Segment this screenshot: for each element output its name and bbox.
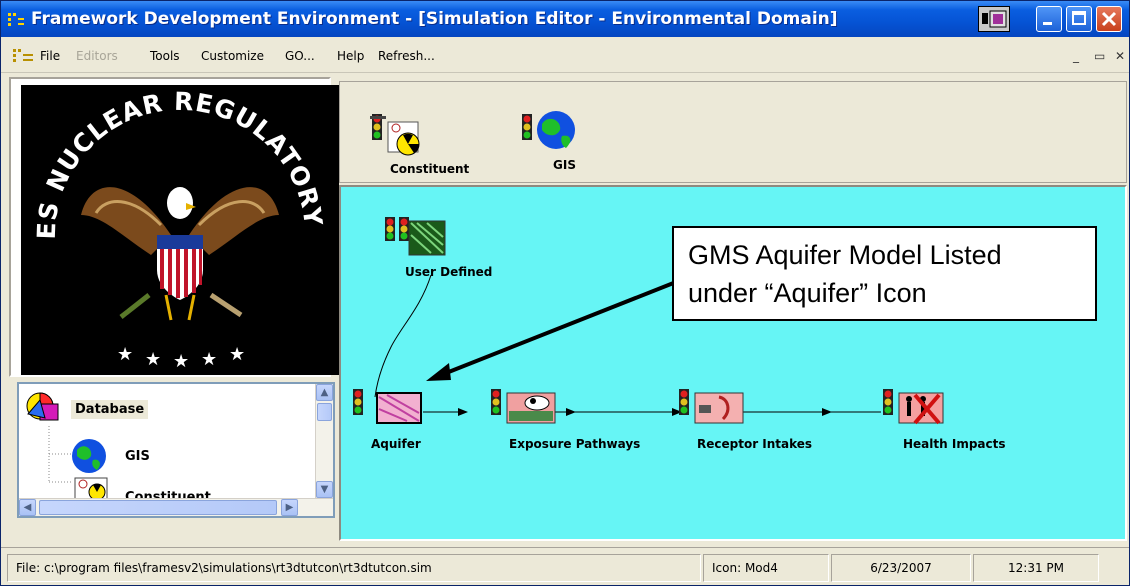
mdi-minimize-button[interactable]: _ — [1073, 49, 1079, 63]
palette-label-constituent: Constituent — [390, 162, 470, 176]
scroll-down-button[interactable]: ▼ — [316, 481, 333, 498]
menu-bar: File Editors Tools Customize GO... Help … — [1, 37, 1129, 73]
palette-label-gis: GIS — [553, 158, 576, 172]
app-window: Framework Development Environment - [Sim… — [0, 0, 1130, 586]
menu-customize[interactable]: Customize — [201, 49, 264, 63]
globe-icon — [522, 111, 575, 149]
mdi-restore-button[interactable]: ▭ — [1094, 49, 1105, 63]
node-label-health-impacts: Health Impacts — [903, 437, 1006, 451]
tree-horizontal-scrollbar[interactable]: ◀ ▶ — [19, 498, 333, 516]
status-icon: Icon: Mod4 — [703, 554, 829, 582]
menu-refresh[interactable]: Refresh... — [378, 49, 435, 63]
simulation-canvas[interactable]: User Defined Aquifer Exposure Pathways R… — [339, 185, 1127, 541]
globe-icon — [72, 439, 106, 473]
title-bar[interactable]: Framework Development Environment - [Sim… — [1, 1, 1129, 37]
node-label-receptor-intakes: Receptor Intakes — [697, 437, 813, 451]
logo-panel: UNITED STATES NUCLEAR REGULATORY COMMISS… — [8, 62, 339, 381]
menu-editors[interactable]: Editors — [76, 49, 118, 63]
component-palette: Constituent GIS — [339, 81, 1127, 183]
aquifer-icon — [353, 389, 422, 424]
node-label-user-defined: User Defined — [405, 265, 493, 279]
scroll-right-button[interactable]: ▶ — [281, 499, 298, 516]
nrc-seal-icon: UNITED STATES NUCLEAR REGULATORY COMMISS… — [8, 62, 328, 381]
callout-arrow — [435, 280, 677, 379]
user-defined-icon — [385, 217, 446, 256]
svg-text:★: ★ — [145, 349, 161, 370]
health-impacts-icon — [883, 389, 944, 425]
close-icon — [1101, 11, 1117, 27]
maximize-button[interactable] — [1066, 6, 1092, 32]
minimize-button[interactable] — [1036, 6, 1062, 32]
traffic-light-icon — [370, 114, 386, 140]
scroll-left-button[interactable]: ◀ — [19, 499, 36, 516]
minimize-icon — [1043, 22, 1052, 25]
status-time: 12:31 PM — [973, 554, 1099, 582]
constituent-icon — [74, 477, 108, 500]
status-file-path: File: c:\program files\framesv2\simulati… — [7, 554, 701, 582]
svg-text:★: ★ — [229, 344, 245, 365]
maximize-icon — [1072, 11, 1086, 25]
svg-text:★: ★ — [117, 344, 133, 365]
status-date: 6/23/2007 — [831, 554, 971, 582]
receptor-intakes-icon — [679, 389, 744, 424]
exposure-pathways-icon — [491, 389, 556, 424]
app-menu-icon[interactable] — [13, 48, 35, 64]
tree-lines — [48, 426, 71, 483]
horizontal-scroll-thumb[interactable] — [39, 500, 277, 515]
tree-vertical-scrollbar[interactable]: ▲ ▼ — [315, 384, 333, 498]
mdi-close-button[interactable]: ✕ — [1115, 49, 1125, 63]
menu-go[interactable]: GO... — [285, 49, 315, 63]
svg-text:★: ★ — [201, 349, 217, 370]
tree-label-database: Database — [71, 400, 149, 419]
node-label-aquifer: Aquifer — [371, 437, 421, 451]
app-icon — [8, 13, 24, 26]
callout-line-1: GMS Aquifer Model Listed — [688, 240, 1002, 270]
node-label-exposure-pathways: Exposure Pathways — [509, 437, 641, 451]
nrc-seal: UNITED STATES NUCLEAR REGULATORY COMMISS… — [8, 62, 339, 381]
callout-text: GMS Aquifer Model Listed under “Aquifer”… — [688, 236, 1088, 312]
menu-file[interactable]: File — [40, 49, 60, 63]
callout-line-2: under “Aquifer” Icon — [688, 278, 927, 308]
special-window-icon — [982, 10, 1007, 28]
menu-tools[interactable]: Tools — [150, 49, 180, 63]
component-tree: Database GIS Constituent ▲ ▼ ◀ — [17, 382, 335, 518]
tree-label-gis: GIS — [125, 449, 150, 464]
link-user-defined-aquifer — [374, 274, 432, 398]
database-icon — [26, 392, 59, 421]
vertical-scroll-thumb[interactable] — [317, 403, 332, 421]
constituent-icon — [370, 114, 420, 156]
special-window-button[interactable] — [978, 6, 1010, 32]
scroll-up-button[interactable]: ▲ — [316, 384, 333, 401]
svg-text:★: ★ — [173, 351, 189, 372]
annotation-callout: GMS Aquifer Model Listed under “Aquifer”… — [672, 226, 1097, 321]
close-button[interactable] — [1096, 6, 1122, 32]
window-title: Framework Development Environment - [Sim… — [31, 9, 838, 29]
status-bar: File: c:\program files\framesv2\simulati… — [1, 547, 1129, 585]
menu-help[interactable]: Help — [337, 49, 364, 63]
